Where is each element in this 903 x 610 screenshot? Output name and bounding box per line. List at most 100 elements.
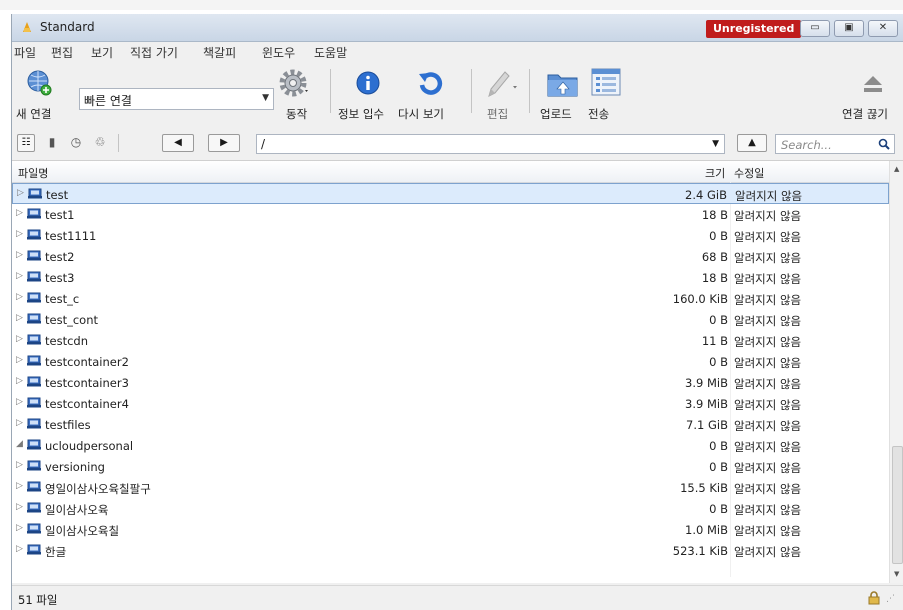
back-button[interactable]: ◀ [162,134,194,152]
file-size: 0 B [709,460,728,474]
drive-icon [27,544,41,555]
table-row[interactable]: ▷ testcontainer4 3.9 MiB 알려지지 않음 [12,393,889,414]
bookmarks-view-button[interactable]: ▮ [41,134,63,152]
disclosure-triangle-icon[interactable]: ▷ [16,376,23,386]
table-row[interactable]: ▷ test_cont 0 B 알려지지 않음 [12,309,889,330]
menu-view[interactable]: 보기 [91,44,113,61]
disclosure-triangle-icon[interactable]: ▷ [16,271,23,281]
bonjour-button[interactable]: ♲ [89,134,111,152]
disclosure-triangle-icon[interactable]: ▷ [16,460,23,470]
vertical-scrollbar[interactable]: ▲ ▼ [889,161,903,583]
file-count: 51 파일 [18,593,58,607]
search-input[interactable]: Search... [775,134,895,154]
disclosure-triangle-icon[interactable]: ▷ [16,544,23,554]
file-browser-list[interactable]: 파일명 크기 수정일 ▷ test 2.4 GiB 알려지지 않음 ▷ test1 18 B… [12,160,903,583]
scrollbar-thumb[interactable] [892,446,903,564]
quick-connect-select[interactable]: 빠른 연결 ▼ [79,88,274,110]
file-size: 18 B [701,271,728,285]
table-row[interactable]: ▷ test_c 160.0 KiB 알려지지 않음 [12,288,889,309]
table-row[interactable]: ▷ 일이삼사오육 0 B 알려지지 않음 [12,498,889,519]
browser-view-toggle[interactable]: ☷ [17,134,35,152]
file-modified: 알려지지 않음 [734,398,802,412]
navigation-bar: ☷ ▮ ◷ ♲ ◀ ▶ / ▼ ▲ Search... [12,127,903,158]
chevron-down-icon: ▼ [262,93,269,103]
minimize-button[interactable]: ▭ [800,20,830,37]
drive-icon [27,208,41,219]
maximize-button[interactable]: ▣ [834,20,864,37]
disclosure-triangle-icon[interactable]: ▷ [16,229,23,239]
action-label: 동작 [286,107,308,121]
file-modified: 알려지지 않음 [734,482,802,496]
column-header-size[interactable]: 크기 [705,165,725,181]
upload-button[interactable]: 업로드 [540,66,588,124]
menu-bookmarks[interactable]: 책갈피 [203,44,236,61]
scroll-down-icon[interactable]: ▼ [894,570,899,578]
history-button[interactable]: ◷ [65,134,87,152]
drive-icon [27,355,41,366]
disclosure-triangle-icon[interactable]: ▷ [16,502,23,512]
menu-go[interactable]: 직접 가기 [130,44,178,61]
transfers-button[interactable]: 전송 [582,66,622,124]
column-header-modified[interactable]: 수정일 [734,165,764,181]
table-row[interactable]: ▷ test1 18 B 알려지지 않음 [12,204,889,225]
table-row[interactable]: ▷ test1111 0 B 알려지지 않음 [12,225,889,246]
parent-directory-button[interactable]: ▲ [737,134,767,152]
table-row[interactable]: ▷ versioning 0 B 알려지지 않음 [12,456,889,477]
disclosure-triangle-icon[interactable]: ▷ [16,481,23,491]
table-row[interactable]: ▷ 일이삼사오육칠 1.0 MiB 알려지지 않음 [12,519,889,540]
disclosure-triangle-icon[interactable]: ▷ [16,250,23,260]
unregistered-badge[interactable]: Unregistered [706,20,802,38]
table-row[interactable]: ◢ ucloudpersonal 0 B 알려지지 않음 [12,435,889,456]
file-modified: 알려지지 않음 [734,356,802,370]
disclosure-triangle-icon[interactable]: ▷ [16,208,23,218]
table-row[interactable]: ▷ testcdn 11 B 알려지지 않음 [12,330,889,351]
table-row[interactable]: ▷ test3 18 B 알려지지 않음 [12,267,889,288]
disclosure-triangle-icon[interactable]: ▷ [16,397,23,407]
clock-icon: ◷ [70,135,82,149]
disclosure-triangle-icon[interactable]: ▷ [16,334,23,344]
file-modified: 알려지지 않음 [734,377,802,391]
edit-button[interactable]: 편집 [477,66,521,124]
table-row[interactable]: ▷ testcontainer3 3.9 MiB 알려지지 않음 [12,372,889,393]
table-row[interactable]: ▷ test 2.4 GiB 알려지지 않음 [12,183,889,204]
drive-icon [27,397,41,408]
menu-help[interactable]: 도움말 [314,44,347,61]
path-select[interactable]: / ▼ [256,134,725,154]
get-info-button[interactable]: 정보 입수 [338,66,396,124]
disclosure-triangle-icon[interactable]: ▷ [16,292,23,302]
toolbar-divider [330,69,331,113]
disclosure-triangle-icon[interactable]: ▷ [17,188,24,198]
file-size: 0 B [709,439,728,453]
refresh-button[interactable]: 다시 보기 [398,66,460,124]
forward-button[interactable]: ▶ [208,134,240,152]
file-name: 영일이삼사오육칠팔구 [45,482,151,496]
menu-file[interactable]: 파일 [14,44,36,61]
bookmark-icon: ▮ [48,135,56,149]
disclosure-triangle-icon[interactable]: ▷ [16,523,23,533]
drive-icon [27,334,41,345]
table-row[interactable]: ▷ test2 68 B 알려지지 않음 [12,246,889,267]
resize-grip-icon[interactable]: ⋰ [886,594,895,604]
chevron-down-icon: ▼ [712,139,719,149]
disclosure-triangle-icon[interactable]: ▷ [16,313,23,323]
table-row[interactable]: ▷ testcontainer2 0 B 알려지지 않음 [12,351,889,372]
file-name: 일이삼사오육칠 [45,524,120,538]
disclosure-triangle-icon[interactable]: ▷ [16,355,23,365]
expanded-triangle-icon[interactable]: ◢ [16,439,23,449]
table-row[interactable]: ▷ 영일이삼사오육칠팔구 15.5 KiB 알려지지 않음 [12,477,889,498]
close-button[interactable]: ✕ [868,20,898,37]
scroll-up-icon[interactable]: ▲ [894,165,899,173]
file-modified: 알려지지 않음 [734,272,802,286]
table-row[interactable]: ▷ 한글 523.1 KiB 알려지지 않음 [12,540,889,561]
disconnect-button[interactable]: 연결 끊기 [842,66,900,124]
disclosure-triangle-icon[interactable]: ▷ [16,418,23,428]
file-name: test1 [45,208,75,222]
new-connection-button[interactable]: 새 연결 [16,66,62,124]
column-header-name[interactable]: 파일명 [18,165,48,181]
menu-edit[interactable]: 편집 [51,44,73,61]
action-button[interactable]: 동작 [274,66,318,124]
table-row[interactable]: ▷ testfiles 7.1 GiB 알려지지 않음 [12,414,889,435]
file-modified: 알려지지 않음 [734,314,802,328]
file-modified: 알려지지 않음 [735,189,803,203]
menu-window[interactable]: 윈도우 [262,44,295,61]
